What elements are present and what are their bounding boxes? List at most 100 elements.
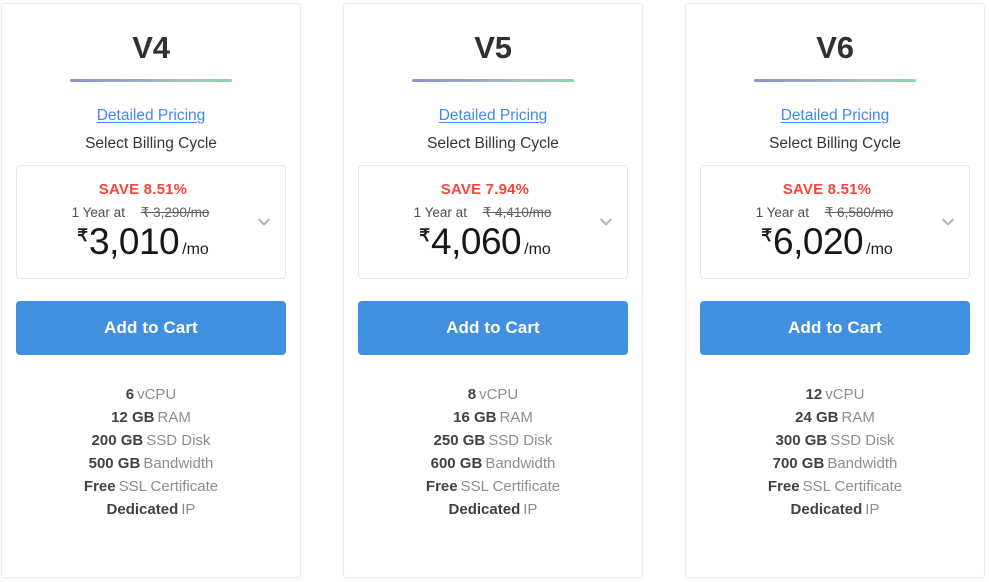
add-to-cart-button[interactable]: Add to Cart	[358, 301, 628, 355]
original-price-row: 1 Year at ₹ 6,580/mo	[756, 206, 899, 220]
billing-cycle-selector[interactable]: SAVE 7.94% 1 Year at ₹ 4,410/mo ₹ 4,060 …	[358, 165, 628, 279]
feature-label: vCPU	[825, 386, 865, 403]
feature-label: vCPU	[137, 386, 177, 403]
feature-value: 24 GB	[795, 409, 839, 426]
feature-item: 250 GB SSD Disk	[434, 433, 553, 448]
rupee-currency-symbol: ₹	[77, 226, 89, 246]
save-badge: SAVE 8.51%	[98, 180, 188, 198]
pricing-plans-row: V4 Detailed Pricing Select Billing Cycle…	[0, 0, 989, 582]
plan-card-v6: V6 Detailed Pricing Select Billing Cycle…	[685, 3, 985, 578]
feature-label: Bandwidth	[143, 455, 214, 472]
price-period-suffix: /mo	[524, 241, 551, 259]
feature-value: Free	[83, 478, 116, 495]
add-to-cart-button[interactable]: Add to Cart	[700, 301, 970, 355]
features-list: 8 vCPU 16 GB RAM 250 GB SSD Disk 600 GB Bandwid…	[358, 387, 628, 517]
detailed-pricing-link[interactable]: Detailed Pricing	[781, 108, 890, 124]
current-price-row: ₹ 3,010 /mo	[77, 223, 209, 260]
original-price-strikethrough: ₹ 4,410/mo	[482, 204, 552, 220]
feature-item: 16 GB RAM	[453, 410, 533, 425]
feature-value: 600 GB	[430, 455, 483, 472]
feature-item: 700 GB Bandwidth	[773, 456, 898, 471]
feature-label: RAM	[157, 409, 191, 426]
price-period-suffix: /mo	[866, 241, 893, 259]
detailed-pricing-link[interactable]: Detailed Pricing	[97, 108, 206, 124]
feature-item: Dedicated IP	[107, 502, 196, 517]
feature-label: vCPU	[479, 386, 519, 403]
feature-label: SSD Disk	[830, 432, 895, 449]
feature-value: 200 GB	[91, 432, 144, 449]
billing-cycle-selector[interactable]: SAVE 8.51% 1 Year at ₹ 6,580/mo ₹ 6,020 …	[700, 165, 970, 279]
billing-cycle-selector[interactable]: SAVE 8.51% 1 Year at ₹ 3,290/mo ₹ 3,010 …	[16, 165, 286, 279]
feature-label: Bandwidth	[827, 455, 898, 472]
original-price-row: 1 Year at ₹ 4,410/mo	[414, 206, 557, 220]
billing-term-label: 1 Year at	[413, 204, 467, 220]
feature-value: Dedicated	[790, 501, 863, 518]
chevron-down-icon[interactable]	[256, 214, 272, 230]
feature-value: 300 GB	[775, 432, 828, 449]
feature-label: IP	[181, 501, 196, 518]
detailed-pricing-link[interactable]: Detailed Pricing	[439, 108, 548, 124]
feature-label: SSL Certificate	[118, 478, 219, 495]
feature-label: Bandwidth	[485, 455, 556, 472]
feature-item: Free SSL Certificate	[426, 479, 560, 494]
title-underline-rule	[70, 79, 232, 82]
feature-item: Dedicated IP	[449, 502, 538, 517]
save-badge: SAVE 7.94%	[440, 180, 530, 198]
original-price-row: 1 Year at ₹ 3,290/mo	[72, 206, 215, 220]
feature-value: Dedicated	[448, 501, 521, 518]
chevron-down-icon[interactable]	[598, 214, 614, 230]
feature-value: 12 GB	[111, 409, 155, 426]
feature-label: RAM	[499, 409, 533, 426]
features-list: 6 vCPU 12 GB RAM 200 GB SSD Disk 500 GB Bandwid…	[16, 387, 286, 517]
feature-value: 8	[467, 386, 477, 403]
feature-label: SSD Disk	[488, 432, 553, 449]
features-list: 12 vCPU 24 GB RAM 300 GB SSD Disk 700 GB Bandwi…	[700, 387, 970, 517]
feature-item: Free SSL Certificate	[768, 479, 902, 494]
title-underline-rule	[754, 79, 916, 82]
feature-value: Dedicated	[106, 501, 179, 518]
feature-item: 6 vCPU	[126, 387, 177, 402]
billing-term-label: 1 Year at	[755, 204, 809, 220]
chevron-down-icon[interactable]	[940, 214, 956, 230]
price-amount: 6,020	[773, 221, 864, 263]
rupee-currency-symbol: ₹	[419, 226, 431, 246]
feature-item: Free SSL Certificate	[84, 479, 218, 494]
feature-item: 12 vCPU	[806, 387, 865, 402]
feature-item: 12 GB RAM	[111, 410, 191, 425]
current-price-row: ₹ 6,020 /mo	[761, 223, 893, 260]
feature-value: Free	[425, 478, 458, 495]
plan-card-v4: V4 Detailed Pricing Select Billing Cycle…	[1, 3, 301, 578]
feature-item: 200 GB SSD Disk	[92, 433, 211, 448]
feature-label: RAM	[841, 409, 875, 426]
feature-item: Dedicated IP	[791, 502, 880, 517]
original-price-strikethrough: ₹ 3,290/mo	[140, 204, 210, 220]
plan-title: V6	[816, 30, 854, 65]
feature-value: 16 GB	[453, 409, 497, 426]
feature-value: 6	[125, 386, 135, 403]
price-amount: 4,060	[431, 221, 522, 263]
feature-item: 300 GB SSD Disk	[776, 433, 895, 448]
current-price-row: ₹ 4,060 /mo	[419, 223, 551, 260]
rupee-currency-symbol: ₹	[761, 226, 773, 246]
feature-value: 250 GB	[433, 432, 486, 449]
feature-label: SSL Certificate	[802, 478, 903, 495]
feature-item: 24 GB RAM	[795, 410, 875, 425]
select-billing-cycle-label: Select Billing Cycle	[427, 134, 559, 152]
feature-value: 500 GB	[88, 455, 141, 472]
title-underline-rule	[412, 79, 574, 82]
save-badge: SAVE 8.51%	[782, 180, 872, 198]
feature-value: 12	[805, 386, 823, 403]
billing-term-label: 1 Year at	[71, 204, 125, 220]
feature-item: 8 vCPU	[468, 387, 519, 402]
feature-label: IP	[865, 501, 880, 518]
plan-title: V4	[132, 30, 170, 65]
feature-item: 600 GB Bandwidth	[431, 456, 556, 471]
price-amount: 3,010	[89, 221, 180, 263]
feature-item: 500 GB Bandwidth	[89, 456, 214, 471]
original-price-strikethrough: ₹ 6,580/mo	[824, 204, 894, 220]
price-period-suffix: /mo	[182, 241, 209, 259]
feature-value: 700 GB	[772, 455, 825, 472]
add-to-cart-button[interactable]: Add to Cart	[16, 301, 286, 355]
feature-value: Free	[767, 478, 800, 495]
plan-card-v5: V5 Detailed Pricing Select Billing Cycle…	[343, 3, 643, 578]
